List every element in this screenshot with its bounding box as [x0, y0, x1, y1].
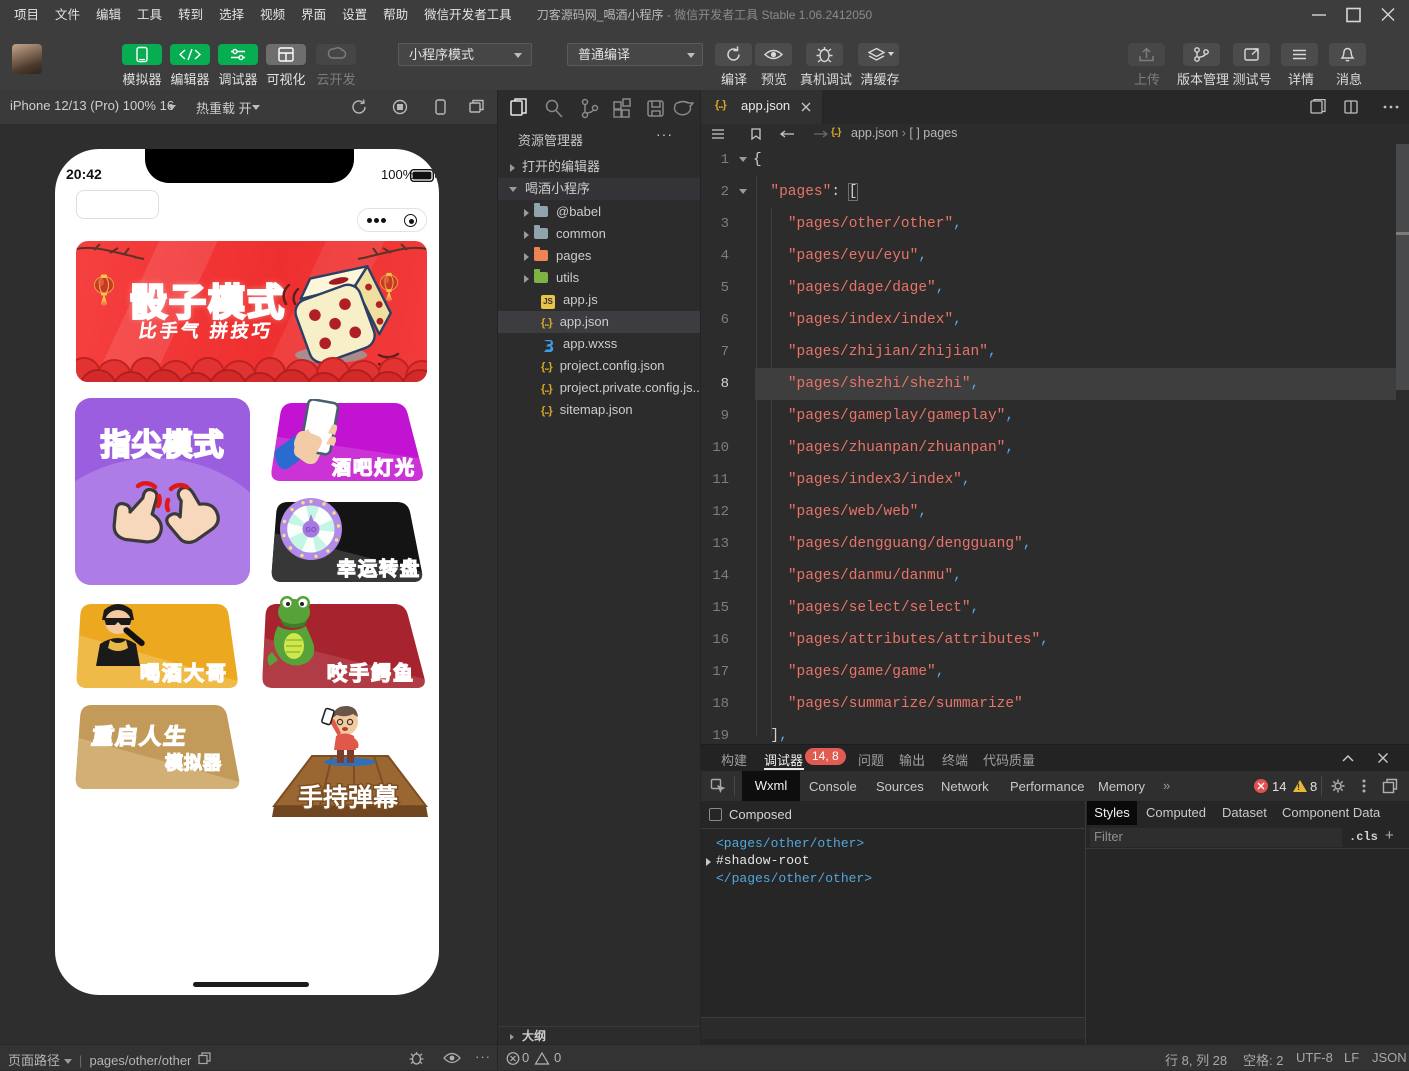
svg-text:手持弹幕: 手持弹幕 — [298, 784, 399, 812]
svg-text:GO: GO — [306, 527, 317, 534]
